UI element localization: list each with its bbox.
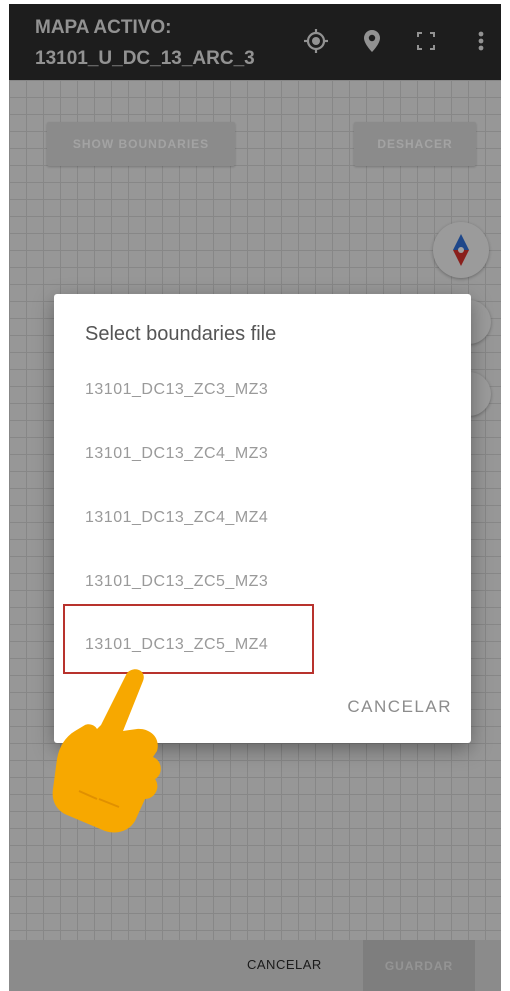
boundary-file-option[interactable]: 13101_DC13_ZC4_MZ3 [85, 445, 268, 463]
pointing-hand-icon [52, 669, 161, 833]
app-screen: MAPA ACTIVO: 13101_U_DC_13_ARC_3 SHOW BO… [9, 4, 501, 991]
boundary-file-option[interactable]: 13101_DC13_ZC4_MZ4 [85, 509, 268, 527]
dialog-title: Select boundaries file [85, 323, 277, 345]
boundary-file-option[interactable]: 13101_DC13_ZC5_MZ3 [85, 573, 268, 591]
boundary-file-option[interactable]: 13101_DC13_ZC3_MZ3 [85, 381, 268, 399]
dialog-cancel-button[interactable]: CANCELAR [347, 697, 452, 717]
